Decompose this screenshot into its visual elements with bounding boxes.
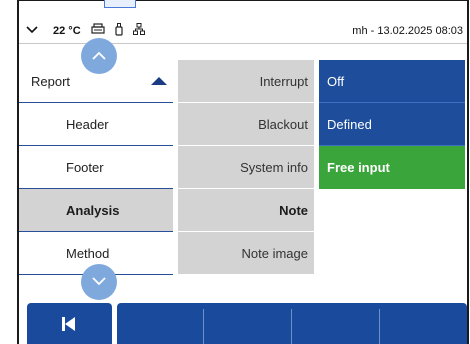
screen-border-right [467,0,469,344]
printer-icon [91,23,105,38]
status-bar: 22 °C mh - 13.02.2025 08:03 [19,18,467,44]
user-datetime: mh - 13.02.2025 08:03 [352,24,463,37]
menu-level-1: Report Header Footer Analysis Method [19,60,173,275]
function-key-divider [291,309,292,344]
function-key-divider [379,309,380,344]
menu-item-note-image[interactable]: Note image [178,232,314,275]
chevron-down-icon [92,277,106,286]
menu-item-label: System info [240,159,308,175]
menu-item-label: Header [66,116,109,132]
menu-item-label: Report [31,73,71,89]
menu-level-2: Interrupt Blackout System info Note Note… [178,60,314,275]
usb-stick-icon [115,22,123,39]
option-label: Defined [327,116,372,132]
menu-item-interrupt[interactable]: Interrupt [178,60,314,103]
screen-border-top [19,0,467,1]
option-label: Off [327,73,345,89]
scroll-down-button[interactable] [81,264,117,300]
menu-item-label: Blackout [258,116,308,132]
chevron-up-icon [92,51,106,60]
skip-back-icon [62,317,76,331]
menu-item-label: Analysis [66,202,120,218]
option-defined[interactable]: Defined [319,103,465,146]
chevron-down-icon[interactable] [19,25,45,37]
menu-item-analysis[interactable]: Analysis [19,189,173,232]
menu-item-label: Method [66,245,110,261]
bottom-toolbar [27,303,467,344]
scroll-up-button[interactable] [81,38,117,74]
menu-item-note[interactable]: Note [178,189,314,232]
function-key-bar [117,303,467,344]
menu-item-label: Interrupt [259,73,308,89]
function-key-divider [203,309,204,344]
option-off[interactable]: Off [319,60,465,103]
menu-item-label: Note [279,202,308,218]
menu-item-label: Note image [241,245,308,261]
menu-item-header[interactable]: Header [19,103,173,146]
option-free-input[interactable]: Free input [319,146,465,189]
back-to-start-button[interactable] [27,303,112,344]
menu-item-footer[interactable]: Footer [19,146,173,189]
collapse-caret-icon [151,77,167,85]
top-tab-indicator [104,0,136,8]
menu-item-system-info[interactable]: System info [178,146,314,189]
temperature-readout: 22 °C [53,24,81,37]
network-icon [132,23,145,38]
menu-item-label: Footer [66,159,104,175]
menu-item-blackout[interactable]: Blackout [178,103,314,146]
device-screen: 22 °C mh - 13.02.2025 08:03 Report Heade… [0,0,470,344]
option-label: Free input [327,160,390,175]
menu-level-3-options: Off Defined Free input [319,60,465,189]
